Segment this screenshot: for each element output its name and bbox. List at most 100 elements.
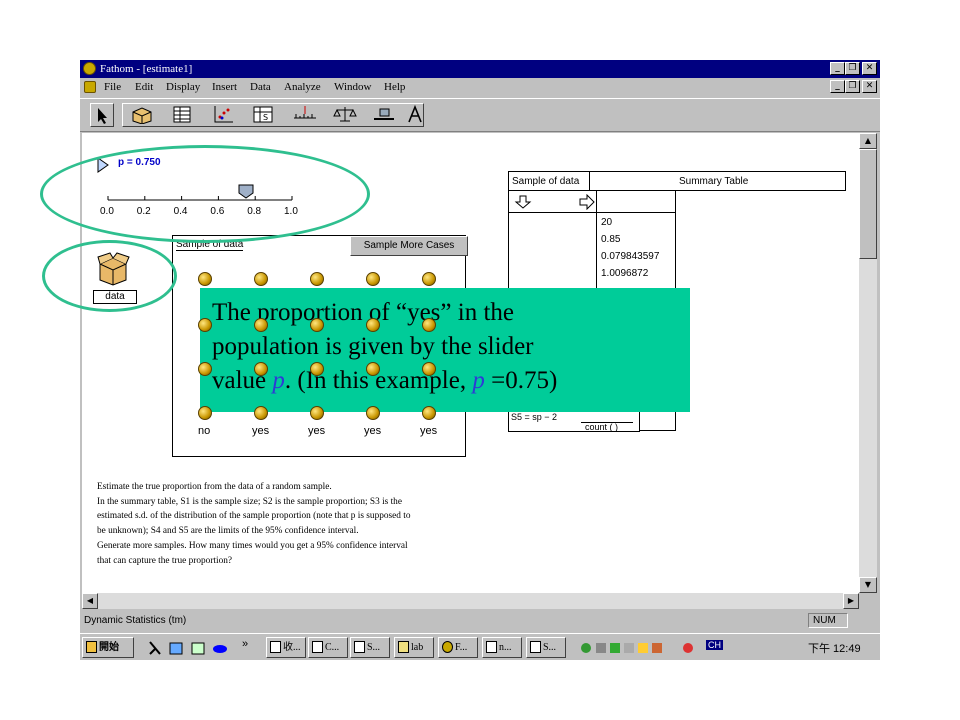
case-ball-icon[interactable] [254, 362, 268, 376]
case-ball-icon[interactable] [198, 406, 212, 420]
case-ball-icon[interactable] [198, 272, 212, 286]
right-arrow-icon[interactable] [578, 194, 596, 210]
task-label: 收... [283, 642, 301, 653]
menu-insert[interactable]: Insert [212, 81, 237, 93]
sample-more-cases-button[interactable]: Sample More Cases [350, 236, 468, 256]
case-ball-icon[interactable] [310, 362, 324, 376]
close-button[interactable]: ✕ [862, 62, 877, 75]
task-icon [312, 641, 323, 653]
case-ball-icon[interactable] [198, 362, 212, 376]
instructions-text-box[interactable]: Estimate the true proportion from the da… [97, 480, 487, 568]
title-bar[interactable]: Fathom - [estimate1] _ ❐ ✕ [80, 60, 880, 78]
taskbar-task[interactable]: lab [394, 637, 434, 658]
down-arrow-icon[interactable] [514, 194, 532, 210]
case-ball-icon[interactable] [254, 406, 268, 420]
header-divider [589, 172, 590, 190]
input-method-indicator[interactable]: CH [706, 640, 723, 650]
menu-analyze[interactable]: Analyze [284, 81, 321, 93]
case-ball-icon[interactable] [254, 272, 268, 286]
case-label: yes [308, 425, 326, 437]
minimize-button[interactable]: _ [830, 62, 845, 75]
formula-s5-text: S5 = sp − 2 [511, 412, 558, 422]
case-ball-icon[interactable] [310, 272, 324, 286]
taskbar-task[interactable]: 收... [266, 637, 306, 658]
fathom-icon [442, 641, 453, 653]
selection-tool-button[interactable] [90, 103, 114, 127]
status-bar: Dynamic Statistics (tm) NUM [80, 611, 880, 631]
slider-tick-label: 0.2 [136, 206, 151, 217]
scroll-down-arrow-icon[interactable]: ▼ [859, 577, 877, 593]
fathom-app-icon[interactable] [83, 62, 96, 75]
scroll-right-arrow-icon[interactable]: ▶ [843, 593, 859, 609]
task-label: S... [543, 642, 557, 653]
start-button[interactable]: 開始 [82, 637, 134, 658]
system-tray-icons[interactable] [580, 640, 700, 659]
callout-line-1: The proportion of “yes” in the [212, 299, 514, 326]
status-text: Dynamic Statistics (tm) [84, 615, 187, 626]
taskbar-task[interactable]: S... [526, 637, 566, 658]
task-label: n... [499, 642, 512, 653]
balance-test-icon[interactable] [332, 104, 358, 128]
quick-launch-icons[interactable] [148, 640, 238, 659]
graph-icon[interactable] [212, 104, 234, 128]
case-ball-icon[interactable] [422, 272, 436, 286]
instruction-line: be unknown); S4 and S5 are the limits of… [97, 526, 359, 537]
taskbar-task[interactable]: F... [438, 637, 478, 658]
taskbar-overflow-chevron[interactable]: » [242, 638, 248, 650]
case-ball-icon[interactable] [198, 318, 212, 332]
case-ball-icon[interactable] [422, 318, 436, 332]
case-ball-icon[interactable] [366, 362, 380, 376]
slider-icon[interactable] [372, 104, 396, 128]
menu-data[interactable]: Data [250, 81, 271, 93]
callout-line-3: value p. (In this example, p =0.75) [212, 364, 690, 398]
scroll-up-arrow-icon[interactable]: ▲ [859, 133, 877, 149]
taskbar-task[interactable]: C... [308, 637, 348, 658]
case-ball-icon[interactable] [422, 406, 436, 420]
windows-logo-icon [86, 641, 97, 653]
menu-edit[interactable]: Edit [135, 81, 153, 93]
summary-table-icon[interactable]: S [252, 104, 274, 128]
task-label: C... [325, 642, 340, 653]
taskbar-task[interactable]: S... [350, 637, 390, 658]
slider-tick-label: 0.4 [173, 206, 188, 217]
summary-table-header[interactable]: Sample of data Summary Table [508, 171, 846, 191]
vertical-scrollbar[interactable]: ▲ ▼ [859, 133, 877, 593]
doc-close-button[interactable]: ✕ [862, 80, 877, 93]
case-ball-icon[interactable] [366, 318, 380, 332]
horizontal-scrollbar[interactable]: ◀ ▶ [82, 593, 859, 609]
doc-restore-button[interactable]: ❐ [845, 80, 860, 93]
callout-text: =0.75) [484, 367, 558, 394]
case-ball-icon[interactable] [366, 406, 380, 420]
collection-box-icon[interactable] [130, 104, 154, 128]
p-symbol: p [472, 367, 485, 394]
summary-value-s1: 20 [601, 217, 613, 228]
taskbar: 開始 » 收... C... S... lab F... n... S... C… [80, 633, 880, 660]
instruction-line: Estimate the true proportion from the da… [97, 482, 332, 492]
document-icon[interactable] [84, 81, 96, 93]
case-ball-icon[interactable] [310, 318, 324, 332]
slider-tick-label: 0.8 [247, 206, 262, 217]
estimate-ruler-icon[interactable] [292, 104, 318, 128]
doc-minimize-button[interactable]: _ [830, 80, 845, 93]
menu-file[interactable]: File [104, 81, 121, 93]
case-table-icon[interactable] [172, 104, 192, 128]
clock[interactable]: 下午 12:49 [808, 640, 861, 656]
taskbar-task[interactable]: n... [482, 637, 522, 658]
text-tool-icon[interactable] [406, 104, 424, 128]
restore-button[interactable]: ❐ [845, 62, 860, 75]
menu-window[interactable]: Window [334, 81, 371, 93]
task-icon [354, 641, 365, 653]
menu-display[interactable]: Display [166, 81, 200, 93]
task-label: F... [455, 642, 468, 653]
menu-help[interactable]: Help [384, 81, 405, 93]
task-label: lab [411, 642, 424, 653]
case-ball-icon[interactable] [366, 272, 380, 286]
formula-s5[interactable]: S5 = sp − 2 count ( ) [508, 410, 640, 432]
arrow-pointer-icon [98, 108, 107, 124]
vertical-scroll-thumb[interactable] [859, 149, 877, 259]
case-ball-icon[interactable] [254, 318, 268, 332]
instruction-line: estimated s.d. of the distribution of th… [97, 511, 411, 522]
case-ball-icon[interactable] [422, 362, 436, 376]
scroll-left-arrow-icon[interactable]: ◀ [82, 593, 98, 609]
case-ball-icon[interactable] [310, 406, 324, 420]
